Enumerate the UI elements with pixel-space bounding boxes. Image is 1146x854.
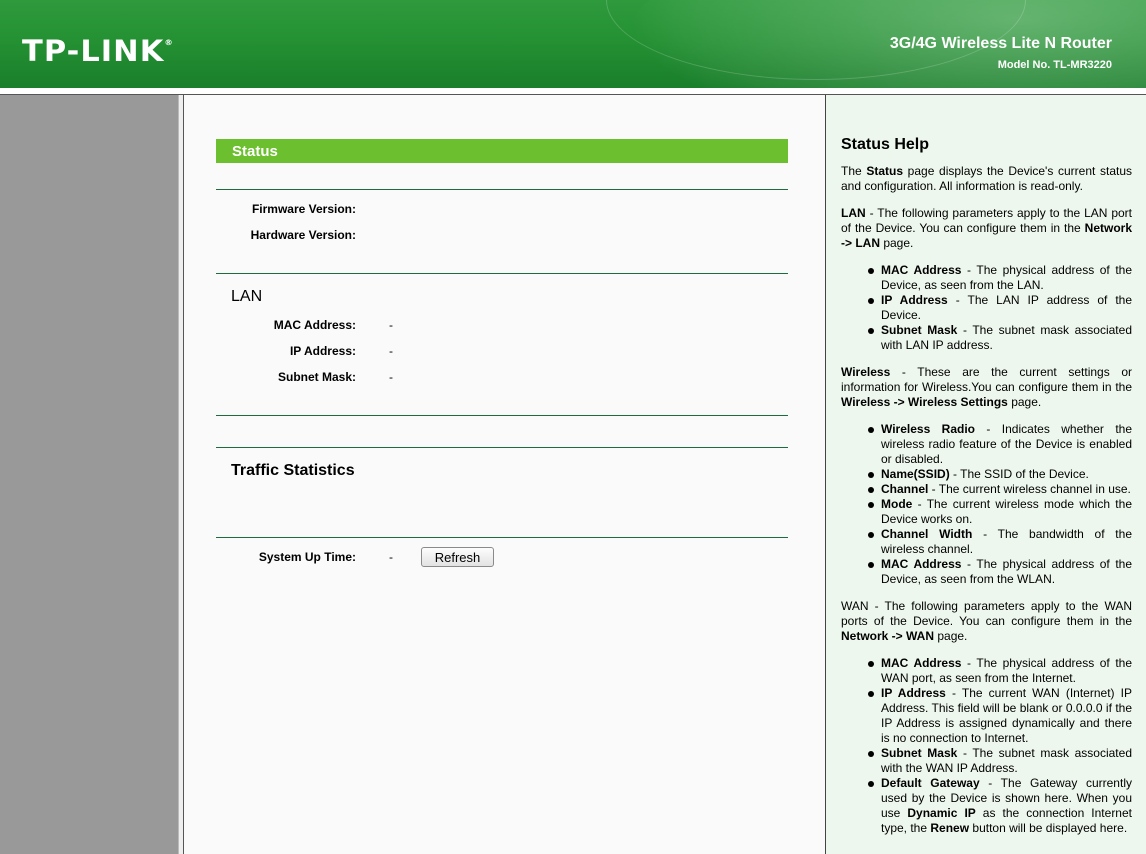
help-wireless-list: Wireless Radio - Indicates whether the w… (841, 422, 1132, 587)
lan-ip-value: - (389, 344, 393, 358)
help-intro: The Status page displays the Device's cu… (841, 164, 1133, 193)
divider-line (216, 189, 788, 190)
list-item: IP Address - The LAN IP address of the D… (868, 293, 1133, 322)
help-lan-paragraph: LAN - The following parameters apply to … (841, 206, 1132, 250)
list-item: Wireless Radio - Indicates whether the w… (868, 422, 1133, 466)
divider-line (216, 447, 788, 448)
list-item: MAC Address - The physical address of th… (868, 656, 1133, 685)
product-title: 3G/4G Wireless Lite N Router (889, 35, 1112, 52)
lan-subnet-value: - (389, 370, 393, 384)
firmware-version-label: Firmware Version: (251, 202, 356, 216)
system-uptime-value: - (389, 550, 393, 564)
refresh-button[interactable]: Refresh (421, 547, 494, 567)
help-wireless-paragraph: Wireless - These are the current setting… (841, 365, 1132, 409)
help-wan-paragraph: WAN - The following parameters apply to … (841, 599, 1132, 643)
header-banner: TP-LINK® 3G/4G Wireless Lite N Router Mo… (0, 0, 1146, 88)
lan-ip-label: IP Address: (289, 344, 356, 358)
list-item: IP Address - The current WAN (Internet) … (868, 686, 1132, 745)
page-title: Status (232, 143, 278, 160)
main-content: Status Firmware Version: Hardware Versio… (184, 95, 825, 854)
list-item: Name(SSID) - The SSID of the Device. (868, 467, 1132, 482)
list-item: Subnet Mask - The subnet mask associated… (868, 323, 1132, 352)
help-title: Status Help (841, 136, 930, 153)
help-content: Status Help The Status page displays the… (841, 137, 1132, 848)
left-menu-panel (0, 95, 178, 854)
list-item: MAC Address - The physical address of th… (868, 263, 1133, 292)
divider-line (216, 273, 788, 274)
list-item: Mode - The current wireless mode which t… (868, 497, 1132, 526)
lan-mac-label: MAC Address: (273, 318, 356, 332)
list-item: Channel Width - The bandwidth of the wir… (868, 527, 1132, 556)
list-item: Channel - The current wireless channel i… (868, 482, 1131, 496)
status-title-bar: Status (216, 139, 788, 163)
list-item: Default Gateway - The Gateway currently … (868, 776, 1132, 835)
tp-link-logo: TP-LINK® (22, 34, 174, 68)
lan-mac-value: - (389, 318, 393, 332)
list-item: Subnet Mask - The subnet mask associated… (868, 746, 1132, 775)
lan-subnet-label: Subnet Mask: (277, 370, 356, 384)
hardware-version-label: Hardware Version: (250, 228, 356, 242)
lan-section-title: LAN (231, 288, 263, 305)
help-wan-list: MAC Address - The physical address of th… (841, 656, 1132, 836)
divider-line (216, 537, 788, 538)
traffic-statistics-title: Traffic Statistics (231, 462, 355, 479)
help-panel: Status Help The Status page displays the… (826, 95, 1146, 854)
header-divider (0, 88, 1146, 95)
help-lan-list: MAC Address - The physical address of th… (841, 263, 1132, 353)
system-uptime-label: System Up Time: (258, 550, 356, 564)
model-number: Model No. TL-MR3220 (997, 59, 1112, 71)
list-item: MAC Address - The physical address of th… (868, 557, 1133, 586)
divider-line (216, 415, 788, 416)
